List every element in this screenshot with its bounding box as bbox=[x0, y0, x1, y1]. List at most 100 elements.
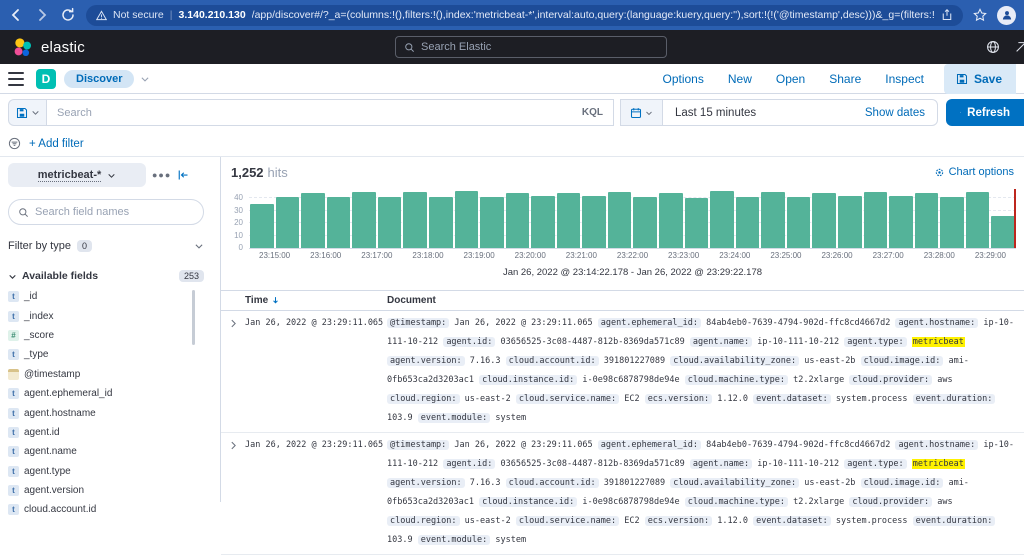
globe-icon[interactable] bbox=[986, 40, 1000, 54]
histogram-bar[interactable] bbox=[915, 193, 939, 248]
kql-badge[interactable]: KQL bbox=[582, 107, 603, 118]
field-item[interactable]: tagent.name bbox=[8, 442, 220, 461]
inspect-link[interactable]: Inspect bbox=[873, 72, 936, 86]
doc-field-name: @timestamp: bbox=[387, 318, 449, 328]
index-pattern-selector[interactable]: metricbeat-* bbox=[8, 163, 146, 187]
options-link[interactable]: Options bbox=[651, 72, 716, 86]
chart-options-button[interactable]: Chart options bbox=[934, 166, 1014, 178]
y-axis-tick: 20 bbox=[223, 218, 243, 227]
back-icon[interactable] bbox=[8, 7, 24, 23]
histogram-chart[interactable]: 010203040 23:15:0023:16:0023:17:0023:18:… bbox=[249, 189, 1016, 285]
histogram-bar[interactable] bbox=[966, 192, 990, 248]
menu-hamburger-icon[interactable] bbox=[8, 72, 24, 86]
doc-field-value: us-east-2 bbox=[465, 394, 511, 404]
field-item[interactable]: t_type bbox=[8, 345, 220, 364]
histogram-bar[interactable] bbox=[710, 191, 734, 249]
row-document[interactable]: @timestamp: Jan 26, 2022 @ 23:29:11.065 … bbox=[387, 436, 1024, 550]
histogram-bar[interactable] bbox=[352, 192, 376, 248]
address-bar[interactable]: Not secure | 3.140.210.130 /app/discover… bbox=[86, 5, 963, 26]
new-link[interactable]: New bbox=[716, 72, 764, 86]
search-query-input[interactable]: Search KQL bbox=[46, 99, 614, 126]
field-name: agent.hostname bbox=[24, 408, 96, 419]
histogram-bar[interactable] bbox=[531, 196, 555, 249]
histogram-bar[interactable] bbox=[480, 197, 504, 248]
histogram-bar[interactable] bbox=[557, 193, 581, 248]
sidebar-scrollbar[interactable] bbox=[192, 290, 195, 345]
sort-desc-icon bbox=[271, 296, 280, 305]
browser-profile-avatar[interactable] bbox=[997, 6, 1016, 25]
doc-field-name: cloud.image.id: bbox=[861, 478, 944, 488]
histogram-bar[interactable] bbox=[403, 192, 427, 248]
elastic-logo[interactable] bbox=[12, 37, 33, 58]
alerts-icon[interactable] bbox=[1014, 40, 1024, 54]
histogram-bar[interactable] bbox=[787, 197, 811, 248]
histogram-bar[interactable] bbox=[582, 196, 606, 249]
histogram-bar[interactable] bbox=[276, 197, 300, 248]
field-type-string-icon: t bbox=[8, 427, 19, 438]
show-dates-link[interactable]: Show dates bbox=[865, 107, 937, 119]
open-link[interactable]: Open bbox=[764, 72, 817, 86]
available-fields-header[interactable]: Available fields 253 bbox=[8, 270, 204, 282]
histogram-bar[interactable] bbox=[327, 197, 351, 248]
field-search-input[interactable]: Search field names bbox=[8, 199, 204, 225]
field-item[interactable]: #_score bbox=[8, 326, 220, 345]
time-column-header[interactable]: Time bbox=[245, 295, 387, 306]
share-icon[interactable] bbox=[941, 9, 953, 21]
histogram-bar[interactable] bbox=[838, 196, 862, 249]
field-item[interactable]: tcloud.account.id bbox=[8, 500, 220, 519]
calendar-icon-button[interactable] bbox=[621, 100, 663, 125]
histogram-bar[interactable] bbox=[506, 193, 530, 248]
refresh-button[interactable]: Refresh bbox=[946, 99, 1024, 126]
field-item[interactable]: @timestamp bbox=[8, 365, 220, 384]
histogram-bar[interactable] bbox=[608, 192, 632, 248]
global-search-input[interactable]: Search Elastic bbox=[395, 36, 667, 58]
expand-row-icon[interactable] bbox=[221, 314, 245, 328]
save-button[interactable]: Save bbox=[944, 64, 1016, 94]
doc-field-name: agent.name: bbox=[690, 459, 752, 469]
x-axis-tick: 23:27:00 bbox=[873, 251, 904, 260]
histogram-bar[interactable] bbox=[633, 197, 657, 248]
field-item[interactable]: tagent.ephemeral_id bbox=[8, 384, 220, 403]
forward-icon[interactable] bbox=[34, 7, 50, 23]
bookmark-star-icon[interactable] bbox=[973, 8, 987, 22]
field-item[interactable]: tagent.version bbox=[8, 481, 220, 500]
histogram-bar[interactable] bbox=[761, 192, 785, 248]
histogram-bar[interactable] bbox=[429, 197, 453, 248]
query-bar: Search KQL Last 15 minutes Show dates Re… bbox=[0, 94, 1024, 131]
expand-row-icon[interactable] bbox=[221, 436, 245, 450]
row-document[interactable]: @timestamp: Jan 26, 2022 @ 23:29:11.065 … bbox=[387, 314, 1024, 428]
reload-icon[interactable] bbox=[60, 7, 76, 23]
breadcrumb[interactable]: Discover bbox=[64, 70, 134, 88]
field-item[interactable]: tagent.type bbox=[8, 462, 220, 481]
field-item[interactable]: tagent.id bbox=[8, 423, 220, 442]
field-item[interactable]: t_index bbox=[8, 306, 220, 325]
add-filter-link[interactable]: + Add filter bbox=[29, 138, 84, 150]
doc-field-name: agent.ephemeral_id: bbox=[598, 318, 701, 328]
histogram-bar[interactable] bbox=[378, 197, 402, 248]
discover-app-icon[interactable]: D bbox=[36, 69, 56, 89]
histogram-bar[interactable] bbox=[864, 192, 888, 248]
saved-query-menu-button[interactable] bbox=[8, 99, 46, 126]
filter-by-type-toggle[interactable]: Filter by type 0 bbox=[8, 234, 204, 258]
histogram-bar[interactable] bbox=[991, 216, 1015, 249]
field-item[interactable]: t_id bbox=[8, 287, 220, 306]
histogram-bar[interactable] bbox=[250, 204, 274, 248]
chevron-down-icon[interactable] bbox=[140, 74, 150, 84]
histogram-bar[interactable] bbox=[940, 197, 964, 248]
doc-field-name: cloud.machine.type: bbox=[685, 497, 788, 507]
histogram-bar[interactable] bbox=[889, 196, 913, 249]
histogram-bar[interactable] bbox=[455, 191, 479, 249]
histogram-bar[interactable] bbox=[812, 193, 836, 248]
share-link[interactable]: Share bbox=[817, 72, 873, 86]
histogram-bar[interactable] bbox=[659, 193, 683, 248]
time-range-value[interactable]: Last 15 minutes bbox=[663, 107, 756, 119]
filter-icon[interactable] bbox=[8, 137, 21, 150]
histogram-bar[interactable] bbox=[736, 197, 760, 248]
field-item[interactable]: tagent.hostname bbox=[8, 403, 220, 422]
histogram-bar[interactable] bbox=[685, 198, 709, 248]
index-options-icon[interactable]: ●●● bbox=[152, 170, 171, 180]
query-placeholder: Search bbox=[57, 107, 92, 119]
histogram-bar[interactable] bbox=[301, 193, 325, 248]
field-search-placeholder: Search field names bbox=[35, 206, 129, 218]
collapse-sidebar-icon[interactable] bbox=[177, 169, 189, 181]
